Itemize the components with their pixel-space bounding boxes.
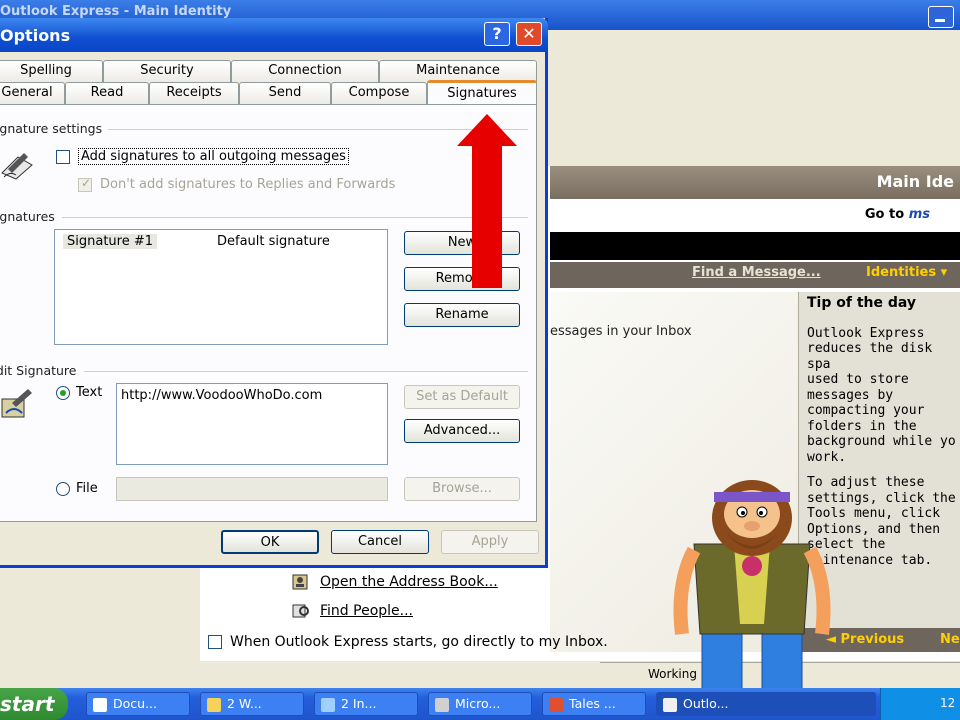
signature-text-area[interactable]: http://www.VoodooWhoDo.com — [116, 383, 388, 465]
rename-signature-button[interactable]: Rename — [404, 303, 520, 327]
dont-add-replies-checkbox[interactable]: ✓ Don't add signatures to Replies and For… — [78, 176, 396, 192]
task-label: Docu... — [113, 696, 157, 711]
signature-settings-label: Signature settings — [0, 121, 103, 136]
task-outlook[interactable]: Outlo... — [656, 692, 876, 716]
file-path-input[interactable] — [116, 477, 388, 501]
ok-button[interactable]: OK — [221, 530, 319, 554]
folder-icon — [207, 697, 221, 712]
checkbox-box[interactable] — [208, 635, 222, 649]
minimize-button[interactable] — [928, 6, 954, 28]
next-tip-link[interactable]: Ne — [940, 632, 960, 647]
new-signature-button[interactable]: New — [404, 231, 520, 255]
ie-icon — [321, 697, 335, 712]
task-label: Outlo... — [683, 696, 729, 711]
main-identity-title: Main Ide — [876, 172, 954, 191]
task-document[interactable]: Docu... — [86, 692, 190, 716]
add-signatures-checkbox[interactable]: Add signatures to all outgoing messages — [56, 148, 349, 165]
task-label: Micro... — [455, 696, 501, 711]
outlook-icon — [663, 697, 677, 712]
tab-connection[interactable]: Connection — [231, 60, 379, 82]
dont-add-label: Don't add signatures to Replies and Forw… — [100, 177, 396, 192]
tip-title: Tip of the day — [807, 295, 917, 311]
main-identity-header: Main Ide — [550, 166, 960, 199]
red-arrow-shaft — [472, 138, 502, 288]
signatures-tab-panel: Signature settings Add signatures to all… — [0, 104, 537, 522]
start-inbox-label: When Outlook Express starts, go directly… — [230, 634, 608, 650]
task-label: Tales ... — [569, 696, 616, 711]
app-icon — [435, 697, 449, 712]
signature-item-note: Default signature — [217, 234, 330, 249]
banner-bar — [550, 232, 960, 260]
start-button[interactable]: start — [0, 688, 68, 720]
file-radio[interactable]: File — [56, 481, 98, 496]
tip-paragraph-1: Outlook Express reduces the disk spa use… — [807, 325, 956, 465]
minimize-icon — [935, 19, 945, 22]
goto-label: Go to — [864, 207, 909, 222]
find-people-label: Find People... — [320, 603, 413, 619]
find-people-icon — [292, 604, 309, 618]
help-button[interactable]: ? — [484, 22, 510, 46]
task-label: 2 In... — [341, 696, 377, 711]
clock: 12 — [940, 696, 956, 710]
task-tales[interactable]: Tales ... — [542, 692, 646, 716]
tab-row-top: Spelling Security Connection Maintenance — [0, 60, 537, 82]
browse-button[interactable]: Browse... — [404, 477, 520, 501]
file-radio-label: File — [76, 481, 98, 496]
set-as-default-button[interactable]: Set as Default — [404, 385, 520, 409]
address-book-icon — [292, 574, 308, 590]
add-signatures-checkbox-box[interactable] — [56, 149, 70, 164]
edit-signature-label: Edit Signature — [0, 363, 77, 378]
options-dialog: Spelling Security Connection Maintenance… — [0, 18, 548, 568]
tab-security[interactable]: Security — [103, 60, 231, 82]
previous-tip-link[interactable]: ◄ Previous — [826, 632, 904, 647]
find-people-link[interactable]: Find People... — [292, 603, 413, 619]
advanced-button[interactable]: Advanced... — [404, 419, 520, 443]
tab-read[interactable]: Read — [65, 82, 149, 104]
tab-spelling[interactable]: Spelling — [0, 60, 103, 82]
tab-maintenance[interactable]: Maintenance — [379, 60, 537, 82]
tab-general[interactable]: General — [0, 82, 65, 104]
text-radio-label: Text — [76, 385, 103, 400]
signatures-group-label: Signatures — [0, 209, 55, 224]
cancel-button[interactable]: Cancel — [331, 530, 429, 554]
tab-receipts[interactable]: Receipts — [149, 82, 239, 104]
tab-signatures[interactable]: Signatures — [427, 80, 537, 106]
add-signatures-label: Add signatures to all outgoing messages — [78, 148, 349, 165]
task-folder[interactable]: 2 W... — [200, 692, 304, 716]
identities-menu[interactable]: Identities ▾ — [866, 265, 947, 280]
edit-signature-icon — [1, 389, 32, 418]
word-icon — [93, 697, 107, 712]
start-inbox-checkbox[interactable]: When Outlook Express starts, go directly… — [208, 634, 608, 650]
msn-logo: ms — [908, 207, 930, 222]
tab-compose[interactable]: Compose — [331, 82, 427, 104]
app-icon — [549, 697, 563, 712]
task-label: 2 W... — [227, 696, 262, 711]
divider — [62, 217, 528, 218]
file-radio-button[interactable] — [56, 481, 70, 496]
text-radio[interactable]: Text — [56, 385, 102, 400]
dont-add-checkbox-box[interactable]: ✓ — [78, 176, 92, 192]
tab-row-bottom: General Read Receipts Send Compose Signa… — [0, 80, 537, 106]
signatures-list[interactable]: Signature #1 Default signature — [54, 229, 388, 345]
options-dialog-title: Options — [0, 26, 71, 45]
open-address-book-link[interactable]: Open the Address Book... — [292, 574, 498, 590]
text-radio-button[interactable] — [56, 385, 70, 400]
apply-button[interactable]: Apply — [441, 530, 539, 554]
inbox-messages-text: essages in your Inbox — [550, 324, 692, 339]
task-microsoft[interactable]: Micro... — [428, 692, 532, 716]
divider — [84, 371, 528, 372]
remove-signature-button[interactable]: Remove — [404, 267, 520, 291]
signature-text-value: http://www.VoodooWhoDo.com — [121, 388, 323, 403]
tab-send[interactable]: Send — [239, 82, 331, 104]
task-internet-explorer[interactable]: 2 In... — [314, 692, 418, 716]
signature-pen-icon — [1, 153, 33, 180]
outlook-window-title: Outlook Express - Main Identity — [0, 4, 232, 19]
signature-item-name[interactable]: Signature #1 — [63, 234, 158, 249]
options-title-bar — [0, 18, 548, 52]
close-button[interactable]: ✕ — [516, 22, 542, 46]
cartoon-character — [673, 480, 831, 712]
goto-msn-link[interactable]: Go to ms — [865, 207, 930, 222]
open-address-book-label: Open the Address Book... — [320, 574, 498, 590]
find-message-link[interactable]: Find a Message... — [692, 265, 821, 280]
